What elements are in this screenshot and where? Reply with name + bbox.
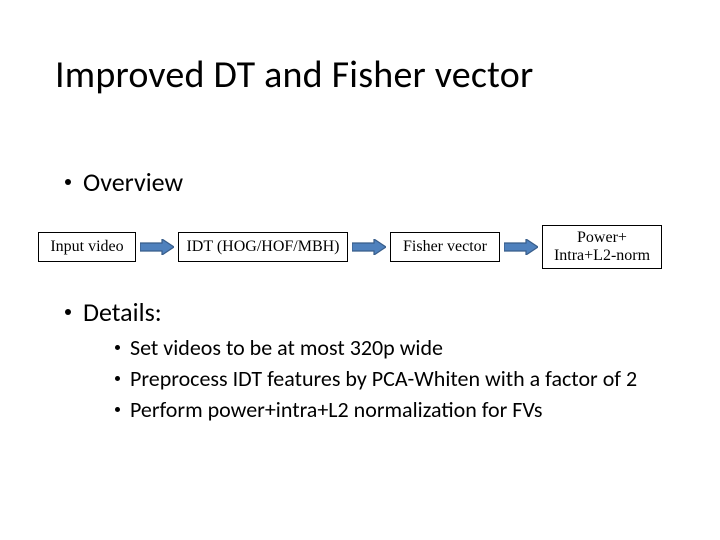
flow-box-normalization-text: Power+ Intra+L2-norm [554, 229, 650, 266]
details-list: Set videos to be at most 320p wide Prepr… [115, 334, 637, 427]
overview-heading: Overview [65, 166, 183, 198]
pipeline-flow: Input video IDT (HOG/HOF/MBH) Fisher vec… [38, 225, 698, 269]
slide: Improved DT and Fisher vector Overview I… [0, 0, 720, 540]
details-item: Perform power+intra+L2 normalization for… [115, 396, 637, 423]
details-heading: Details: [65, 296, 162, 328]
flow-box-idt: IDT (HOG/HOF/MBH) [178, 232, 348, 262]
slide-title: Improved DT and Fisher vector [55, 52, 533, 98]
details-item-text: Perform power+intra+L2 normalization for… [130, 396, 542, 423]
bullet-icon [65, 309, 71, 315]
bullet-icon [65, 179, 71, 185]
arrow-icon [352, 239, 386, 255]
bullet-icon [115, 345, 120, 350]
flow-box-fisher-vector: Fisher vector [390, 232, 500, 262]
details-item-text: Preprocess IDT features by PCA-Whiten wi… [130, 365, 637, 392]
arrow-icon [504, 239, 538, 255]
details-item: Set videos to be at most 320p wide [115, 334, 637, 361]
bullet-icon [115, 376, 120, 381]
details-label: Details: [83, 296, 162, 328]
bullet-icon [115, 407, 120, 412]
details-item: Preprocess IDT features by PCA-Whiten wi… [115, 365, 637, 392]
overview-label: Overview [83, 166, 183, 198]
flow-box-normalization: Power+ Intra+L2-norm [542, 225, 662, 269]
details-item-text: Set videos to be at most 320p wide [130, 334, 443, 361]
flow-box-input-video: Input video [38, 232, 136, 262]
arrow-icon [140, 239, 174, 255]
